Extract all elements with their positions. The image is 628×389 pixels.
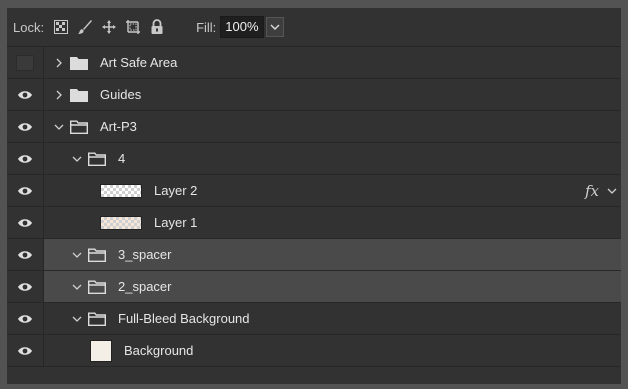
layer-thumbnail: [100, 215, 142, 230]
layer-row[interactable]: 3_spacer: [7, 239, 621, 271]
lock-all-icon[interactable]: [146, 16, 168, 38]
lock-image-pixels-icon[interactable]: [74, 16, 96, 38]
chevron-down-icon[interactable]: [70, 280, 84, 294]
visibility-eye-icon[interactable]: [7, 303, 44, 334]
chevron-down-icon[interactable]: [607, 187, 617, 195]
layer-name: Background: [124, 343, 194, 358]
chevron-down-icon[interactable]: [52, 120, 66, 134]
folder-open-icon: [88, 280, 106, 294]
layer-content[interactable]: 3_spacer: [44, 239, 621, 270]
lock-bar: Lock: Fill: 100%: [7, 8, 621, 47]
fill-input[interactable]: 100%: [220, 16, 264, 38]
fx-effects-icon[interactable]: fx: [585, 182, 599, 200]
layer-name: Layer 1: [154, 215, 198, 230]
layer-name: Guides: [100, 87, 142, 102]
layers-panel: Lock: Fill: 100% Art Safe Area Guides Art-…: [7, 8, 621, 384]
lock-label: Lock:: [13, 19, 45, 35]
layer-row[interactable]: Background: [7, 335, 621, 367]
chevron-down-icon[interactable]: [70, 312, 84, 326]
visibility-eye-icon[interactable]: [7, 207, 44, 238]
visibility-eye-icon[interactable]: [7, 175, 44, 206]
layer-content[interactable]: Layer 1: [44, 207, 621, 238]
visibility-eye-icon[interactable]: [7, 239, 44, 270]
layer-row[interactable]: Guides: [7, 79, 621, 111]
lock-artboard-icon[interactable]: [122, 16, 144, 38]
layer-content[interactable]: 2_spacer: [44, 271, 621, 302]
layer-list: Art Safe Area Guides Art-P3 4 Layer 2 fx Layer…: [7, 47, 621, 367]
chevron-down-icon[interactable]: [70, 152, 84, 166]
layer-content[interactable]: Layer 2 fx: [44, 175, 621, 206]
visibility-eye-icon[interactable]: [7, 79, 44, 110]
layer-name: 4: [118, 151, 126, 166]
layer-row[interactable]: 2_spacer: [7, 271, 621, 303]
layer-row[interactable]: Art-P3: [7, 111, 621, 143]
layer-name: Full-Bleed Background: [118, 311, 250, 326]
folder-open-icon: [88, 248, 106, 262]
layer-content[interactable]: Art-P3: [44, 111, 621, 142]
layer-content[interactable]: 4: [44, 143, 621, 174]
layer-row[interactable]: Full-Bleed Background: [7, 303, 621, 335]
folder-icon: [70, 88, 88, 102]
fill-label: Fill:: [196, 19, 217, 35]
chevron-down-icon: [270, 24, 280, 30]
layer-thumbnail: [100, 183, 142, 198]
layer-content[interactable]: Background: [44, 335, 621, 366]
layer-row[interactable]: Art Safe Area: [7, 47, 621, 79]
folder-open-icon: [88, 152, 106, 166]
layer-name: Layer 2: [154, 183, 198, 198]
chevron-down-icon[interactable]: [70, 248, 84, 262]
layer-row[interactable]: Layer 1: [7, 207, 621, 239]
background-thumbnail: [90, 339, 112, 362]
fill-dropdown-button[interactable]: [265, 17, 284, 37]
layer-content[interactable]: Art Safe Area: [44, 47, 621, 78]
chevron-right-icon[interactable]: [52, 88, 66, 102]
folder-open-icon: [88, 312, 106, 326]
layer-name: 3_spacer: [118, 247, 172, 262]
visibility-eye-icon[interactable]: [7, 143, 44, 174]
layer-content[interactable]: Guides: [44, 79, 621, 110]
layer-name: Art-P3: [100, 119, 137, 134]
visibility-eye-icon[interactable]: [7, 111, 44, 142]
folder-icon: [70, 56, 88, 70]
lock-position-icon[interactable]: [98, 16, 120, 38]
chevron-right-icon[interactable]: [52, 56, 66, 70]
layer-name: 2_spacer: [118, 279, 172, 294]
layer-row[interactable]: 4: [7, 143, 621, 175]
layer-content[interactable]: Full-Bleed Background: [44, 303, 621, 334]
layer-row[interactable]: Layer 2 fx: [7, 175, 621, 207]
folder-open-icon: [70, 120, 88, 134]
visibility-toggle-off[interactable]: [7, 47, 44, 78]
layer-name: Art Safe Area: [100, 55, 178, 70]
lock-transparent-pixels-icon[interactable]: [50, 16, 72, 38]
visibility-eye-icon[interactable]: [7, 335, 44, 366]
visibility-eye-icon[interactable]: [7, 271, 44, 302]
